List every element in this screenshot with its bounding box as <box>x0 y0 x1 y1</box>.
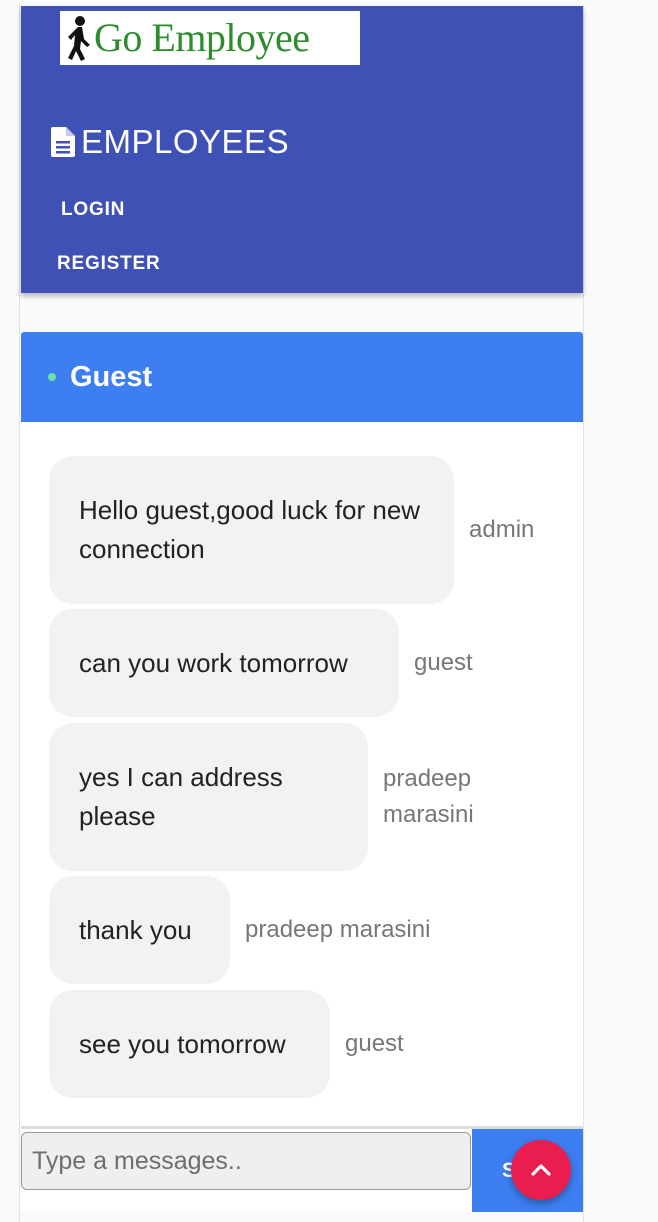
logo[interactable]: Go Employee <box>60 11 360 65</box>
walking-man-icon <box>68 16 90 61</box>
document-icon <box>51 127 75 157</box>
nav-login-link[interactable]: LOGIN <box>61 199 125 221</box>
chat-title: Guest <box>70 360 153 393</box>
message-input[interactable] <box>21 1132 471 1190</box>
chat-header: Guest <box>21 332 583 422</box>
message-row: see you tomorrow guest <box>49 990 404 1098</box>
message-row: Hello guest,good luck for new connection… <box>49 456 534 604</box>
message-composer: S <box>21 1126 583 1212</box>
message-sender: guest <box>345 1030 404 1057</box>
chat-panel: Guest Hello guest,good luck for new conn… <box>21 332 583 1212</box>
message-sender: admin <box>469 516 535 543</box>
chevron-up-icon <box>531 1164 551 1176</box>
logo-text: Go Employee <box>94 15 310 60</box>
online-status-dot <box>48 373 56 381</box>
message-sender: pradeep marasini <box>383 765 474 828</box>
message-sender: guest <box>414 649 473 676</box>
message-bubble: thank you <box>49 876 230 984</box>
message-sender: pradeep marasini <box>245 916 431 943</box>
message-row: thank you pradeep marasini <box>49 876 430 984</box>
scroll-to-top-button[interactable] <box>511 1140 571 1200</box>
message-row: can you work tomorrow guest <box>49 609 473 717</box>
message-row: yes I can address please pradeep marasin… <box>49 723 493 871</box>
message-bubble: can you work tomorrow <box>49 609 399 717</box>
app-frame: Go Employee EMPLOYEES LOGIN REGISTER Gue… <box>19 5 584 1222</box>
navbar: Go Employee EMPLOYEES LOGIN REGISTER <box>21 6 583 293</box>
message-bubble: Hello guest,good luck for new connection <box>49 456 454 604</box>
nav-register-link[interactable]: REGISTER <box>57 253 161 275</box>
message-bubble: yes I can address please <box>49 723 368 871</box>
brand-label: EMPLOYEES <box>81 123 290 160</box>
brand[interactable]: EMPLOYEES <box>51 123 289 161</box>
message-bubble: see you tomorrow <box>49 990 330 1098</box>
